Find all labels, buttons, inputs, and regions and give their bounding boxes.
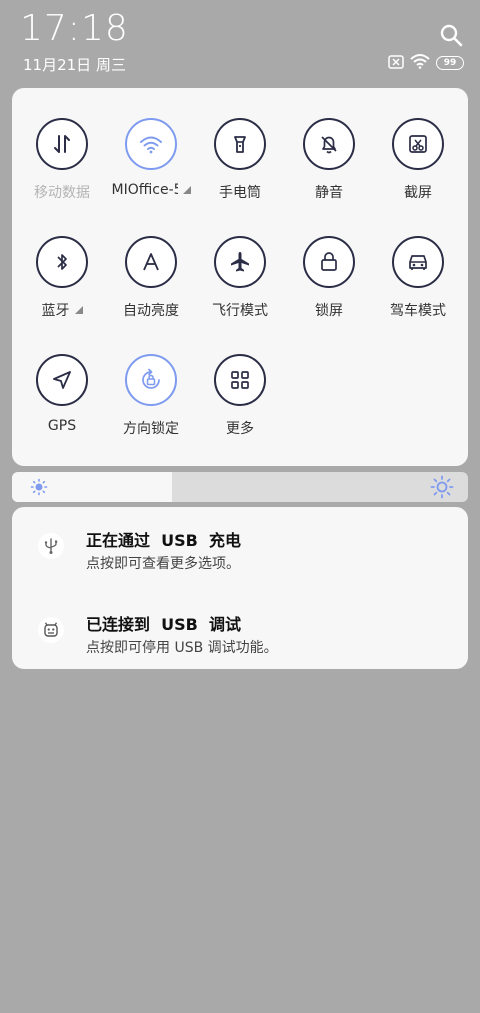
expand-triangle-icon[interactable] <box>182 186 191 194</box>
tile-label: GPS <box>47 418 77 434</box>
quick-settings-panel: 移动数据 MIOffice-5G 手电筒 静音 截屏 蓝牙 <box>12 88 468 466</box>
auto-brightness-icon <box>125 236 177 288</box>
location-arrow-icon <box>36 354 88 406</box>
mobile-data-icon <box>36 118 88 170</box>
tile-label: 驾车模式 <box>390 303 446 319</box>
search-icon[interactable] <box>436 20 466 50</box>
tile-auto-brightness[interactable]: 自动亮度 <box>106 236 196 346</box>
rotation-lock-icon <box>125 354 177 406</box>
notification-usb-debugging[interactable]: 已连接到 USB 调试 点按即可停用 USB 调试功能。 <box>12 601 468 661</box>
tile-label: 自动亮度 <box>123 303 179 319</box>
tile-label: 蓝牙 <box>41 303 70 319</box>
grid-icon <box>214 354 266 406</box>
lock-icon <box>303 236 355 288</box>
tile-label-row: MIOffice-5G <box>112 182 191 198</box>
tile-bluetooth[interactable]: 蓝牙 <box>17 236 107 346</box>
bell-off-icon <box>303 118 355 170</box>
expand-triangle-icon[interactable] <box>74 306 83 314</box>
android-debug-icon <box>38 617 64 643</box>
tile-driving-mode[interactable]: 驾车模式 <box>373 236 463 346</box>
tile-flashlight[interactable]: 手电筒 <box>195 118 285 228</box>
tile-mobile-data[interactable]: 移动数据 <box>17 118 107 228</box>
brightness-low-icon <box>30 478 48 500</box>
flashlight-icon <box>214 118 266 170</box>
tile-label: MIOffice-5G <box>111 182 178 198</box>
notification-title: 正在通过 USB 充电 <box>86 531 241 550</box>
tile-silent[interactable]: 静音 <box>284 118 374 228</box>
brightness-slider[interactable] <box>12 472 468 502</box>
tile-label: 静音 <box>315 185 343 201</box>
tile-label: 更多 <box>226 421 254 437</box>
clock-date: 11月21日 周三 <box>23 56 126 74</box>
tile-airplane-mode[interactable]: 飞行模式 <box>195 236 285 346</box>
wifi-icon <box>125 118 177 170</box>
notification-title: 已连接到 USB 调试 <box>86 615 241 634</box>
system-icons: 99 <box>388 54 464 72</box>
sim-off-icon <box>388 54 404 73</box>
tile-more[interactable]: 更多 <box>195 354 285 464</box>
notification-subtitle: 点按即可停用 USB 调试功能。 <box>86 640 278 656</box>
tile-wifi[interactable]: MIOffice-5G <box>106 118 196 228</box>
tile-screenshot[interactable]: 截屏 <box>373 118 463 228</box>
tile-rotation-lock[interactable]: 方向锁定 <box>106 354 196 464</box>
tile-label-row: 蓝牙 <box>42 300 83 320</box>
tile-gps[interactable]: GPS <box>17 354 107 464</box>
airplane-icon <box>214 236 266 288</box>
notification-card: 正在通过 USB 充电 点按即可查看更多选项。 已连接到 USB 调试 点按即可… <box>12 507 468 669</box>
notification-subtitle: 点按即可查看更多选项。 <box>86 556 240 572</box>
car-icon <box>392 236 444 288</box>
tile-label: 手电筒 <box>219 185 261 201</box>
tile-label: 截屏 <box>404 185 432 201</box>
brightness-high-icon <box>430 475 454 502</box>
tile-label: 移动数据 <box>34 185 90 201</box>
tile-label: 飞行模式 <box>212 303 268 319</box>
tile-lock-screen[interactable]: 锁屏 <box>284 236 374 346</box>
battery-icon: 99 <box>436 56 464 70</box>
wifi-icon <box>410 53 430 73</box>
clock-time: 17:18 <box>20 8 129 49</box>
bluetooth-icon <box>36 236 88 288</box>
usb-icon <box>38 533 64 559</box>
status-bar: 17:18 11月21日 周三 99 <box>0 0 480 88</box>
notification-usb-charging[interactable]: 正在通过 USB 充电 点按即可查看更多选项。 <box>12 517 468 577</box>
screenshot-icon <box>392 118 444 170</box>
tile-label: 锁屏 <box>315 303 343 319</box>
tile-label: 方向锁定 <box>123 421 179 437</box>
